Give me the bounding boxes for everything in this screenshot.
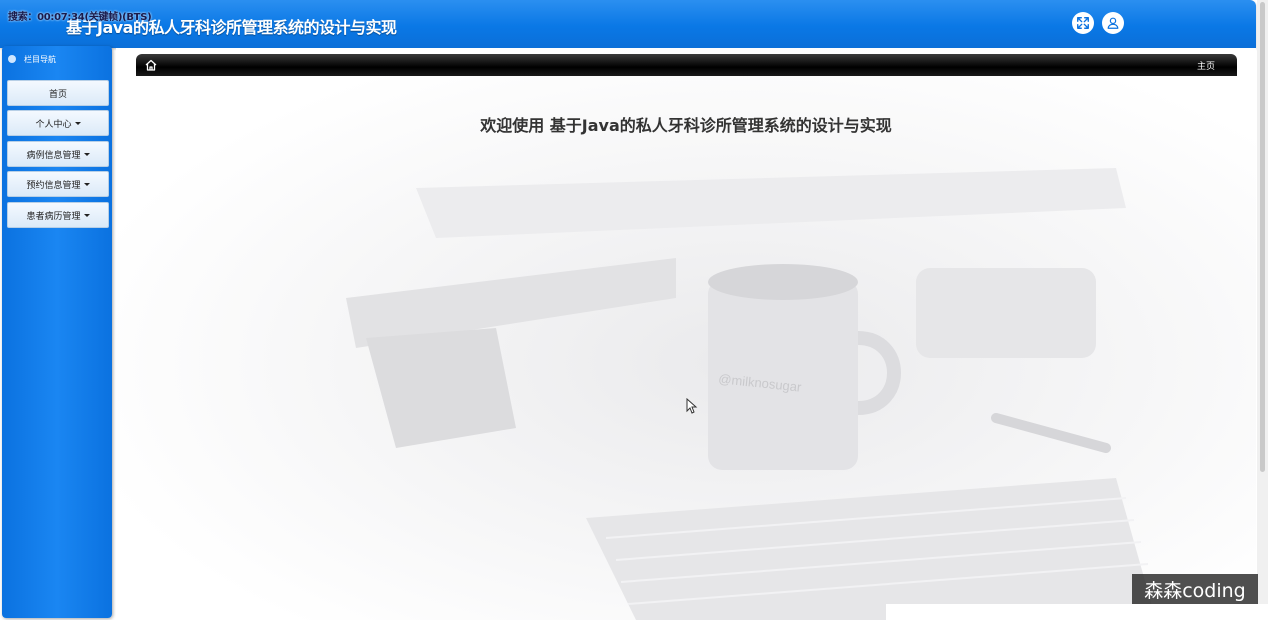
user-icon — [1107, 17, 1119, 29]
sidebar-item-appointment-management[interactable]: 预约信息管理 — [7, 171, 109, 197]
breadcrumb: 主页 — [136, 54, 1237, 76]
sidebar-heading-icon — [8, 55, 16, 63]
sidebar-item-label: 预约信息管理 — [26, 180, 81, 191]
sidebar-heading-label: 栏目导航 — [24, 54, 56, 64]
recording-label: 搜索：00:07:34(关键帧)(BTS) — [8, 12, 152, 23]
scrollbar-thumb[interactable] — [1260, 2, 1265, 472]
sidebar-item-personal-center[interactable]: 个人中心 — [7, 110, 109, 136]
sidebar-item-label: 个人中心 — [35, 119, 72, 130]
bottom-strip — [886, 604, 1268, 620]
app-window: 基于Java的私人牙科诊所管理系统的设计与实现 搜索：00:07:34(关键帧)… — [0, 0, 1268, 620]
sidebar-item-label: 患者病历管理 — [26, 211, 81, 222]
user-button[interactable] — [1102, 12, 1124, 34]
vertical-scrollbar[interactable] — [1257, 0, 1268, 620]
fullscreen-button[interactable] — [1072, 12, 1094, 34]
sidebar: 栏目导航 首页 个人中心 病例信息管理 预约信息管理 患者病历管理 — [2, 46, 112, 618]
breadcrumb-current[interactable]: 主页 — [1197, 59, 1215, 72]
watermark: 森森coding — [1132, 574, 1258, 604]
sidebar-item-label: 病例信息管理 — [26, 150, 81, 161]
caret-down-icon — [83, 182, 90, 186]
caret-down-icon — [83, 152, 90, 156]
sidebar-item-case-management[interactable]: 病例信息管理 — [7, 141, 109, 167]
caret-down-icon — [83, 213, 90, 217]
top-header: 基于Java的私人牙科诊所管理系统的设计与实现 搜索：00:07:34(关键帧)… — [0, 0, 1256, 48]
main-content: @milknosugar 主页 欢迎使用 基于Java的私人牙科诊所管理系统的设… — [116, 48, 1256, 620]
fullscreen-icon — [1077, 17, 1089, 29]
welcome-heading: 欢迎使用 基于Java的私人牙科诊所管理系统的设计与实现 — [480, 116, 892, 135]
home-icon[interactable] — [144, 58, 158, 72]
sidebar-heading: 栏目导航 — [8, 52, 56, 66]
caret-down-icon — [74, 121, 81, 125]
sidebar-item-label: 首页 — [48, 89, 67, 100]
sidebar-item-home[interactable]: 首页 — [7, 80, 109, 106]
sidebar-item-medical-record-management[interactable]: 患者病历管理 — [7, 202, 109, 228]
mouse-cursor-icon — [686, 398, 698, 414]
